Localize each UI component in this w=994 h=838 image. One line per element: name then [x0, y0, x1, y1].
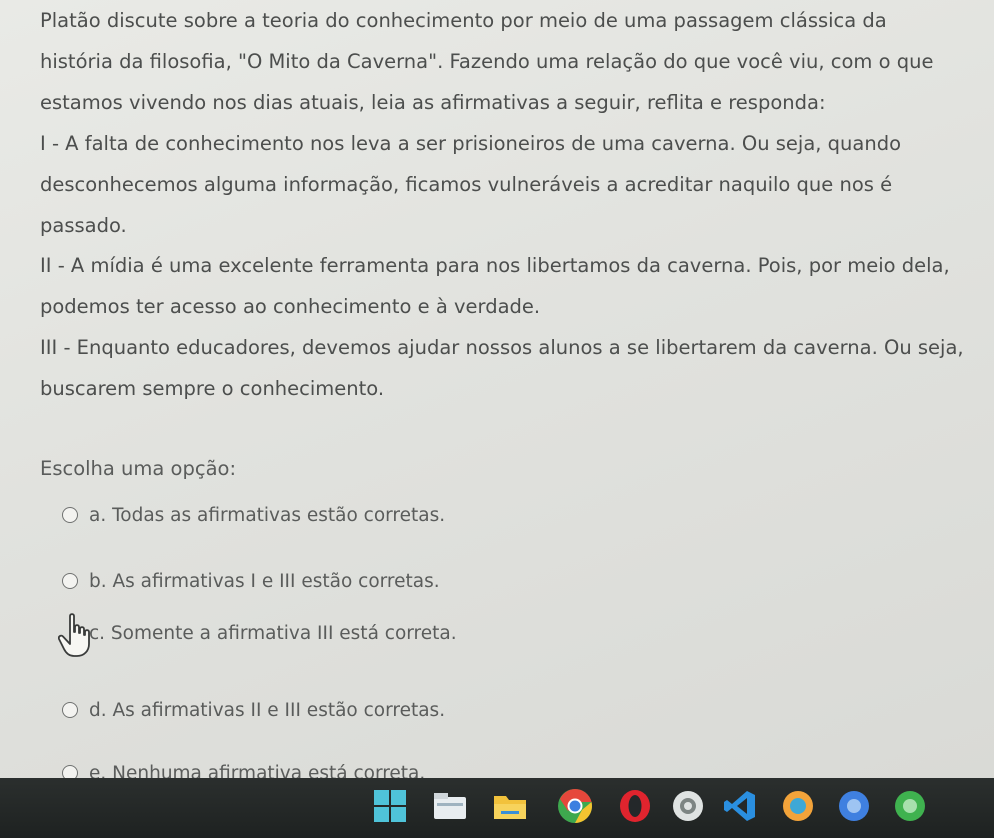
vscode-icon[interactable] [720, 786, 760, 826]
option-d-label[interactable]: d. As afirmativas II e III estão correta… [89, 700, 445, 721]
statement-line: buscarem sempre o conhecimento. [40, 377, 385, 400]
option-b-label[interactable]: b. As afirmativas I e III estão corretas… [89, 571, 440, 592]
app-icon[interactable] [834, 786, 874, 826]
radio-button-b[interactable] [62, 573, 78, 589]
intro-line: Platão discute sobre a teoria do conheci… [40, 9, 887, 32]
folder-icon[interactable] [490, 786, 530, 826]
option-b[interactable]: b. As afirmativas I e III estão corretas… [62, 566, 440, 596]
option-a[interactable]: a. Todas as afirmativas estão corretas. [62, 500, 445, 530]
statement-line: desconhecemos alguma informação, ficamos… [40, 173, 893, 196]
intro-line: estamos vivendo nos dias atuais, leia as… [40, 91, 826, 114]
choose-option-label: Escolha uma opção: [40, 457, 237, 480]
statement-line: II - A mídia é uma excelente ferramenta … [40, 254, 950, 277]
file-explorer-icon[interactable] [430, 786, 470, 826]
question-intro: Platão discute sobre a teoria do conheci… [40, 0, 933, 123]
option-d[interactable]: d. As afirmativas II e III estão correta… [62, 695, 445, 725]
radio-button-a[interactable] [62, 507, 78, 523]
statement-3: III - Enquanto educadores, devemos ajuda… [40, 327, 964, 409]
taskbar [0, 778, 994, 838]
app-icon[interactable] [668, 786, 708, 826]
statement-1: I - A falta de conhecimento nos leva a s… [40, 123, 901, 246]
intro-line: história da filosofia, "O Mito da Cavern… [40, 50, 934, 73]
radio-button-d[interactable] [62, 702, 78, 718]
statement-line: podemos ter acesso ao conhecimento e à v… [40, 295, 541, 318]
hand-cursor-icon [58, 613, 90, 657]
statement-line: passado. [40, 214, 127, 237]
windows-start-icon[interactable] [370, 786, 410, 826]
chrome-icon[interactable] [555, 786, 595, 826]
statement-line: III - Enquanto educadores, devemos ajuda… [40, 336, 964, 359]
option-c[interactable]: c. Somente a afirmativa III está correta… [62, 618, 457, 648]
option-a-label[interactable]: a. Todas as afirmativas estão corretas. [89, 505, 445, 526]
option-c-label[interactable]: c. Somente a afirmativa III está correta… [89, 623, 457, 644]
app-icon[interactable] [890, 786, 930, 826]
statement-2: II - A mídia é uma excelente ferramenta … [40, 245, 950, 327]
opera-icon[interactable] [615, 786, 655, 826]
statement-line: I - A falta de conhecimento nos leva a s… [40, 132, 902, 155]
app-icon[interactable] [778, 786, 818, 826]
quiz-page: Platão discute sobre a teoria do conheci… [0, 0, 994, 784]
